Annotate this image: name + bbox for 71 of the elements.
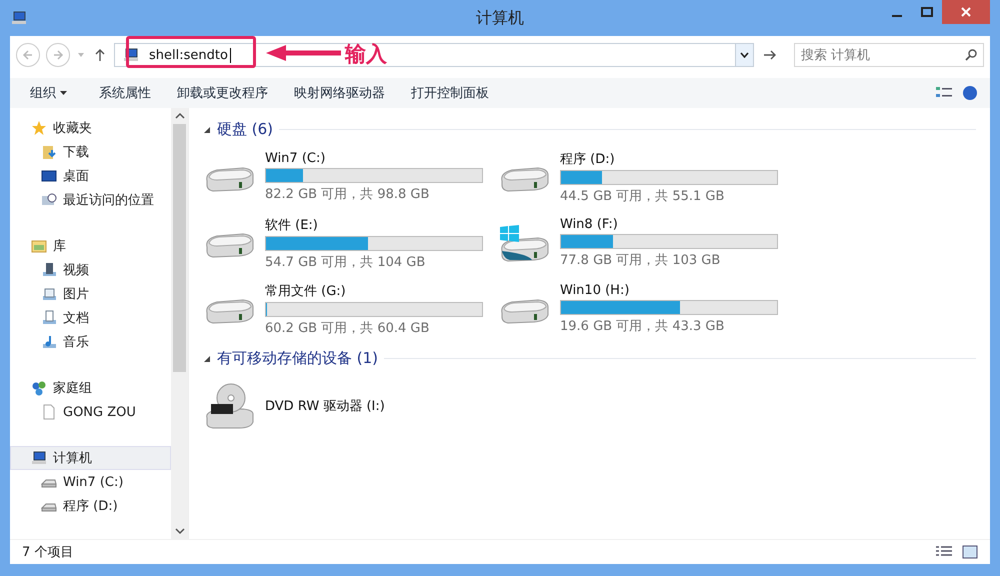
free-space-text: 82.2 GB 可用，共 98.8 GB [265, 186, 430, 203]
sidebar-item[interactable]: 视频 [10, 258, 171, 282]
homegroup-icon [31, 380, 47, 396]
toolbar-button[interactable]: 打开控制面板 [403, 80, 497, 106]
star-icon [31, 120, 47, 136]
drive-name[interactable]: 程序 (D:) [560, 150, 778, 168]
right-arrow-icon [763, 50, 777, 60]
sidebar-item[interactable]: 程序 (D:) [10, 494, 171, 518]
up-arrow-icon [95, 49, 105, 61]
sidebar-item[interactable]: 桌面 [10, 164, 171, 188]
forward-arrow-icon [52, 49, 64, 61]
library-icon [31, 238, 47, 254]
drive-name[interactable]: Win7 (C:) [265, 151, 483, 166]
sidebar-item[interactable]: GONG ZOU [10, 400, 171, 424]
recent-icon [41, 192, 57, 208]
document-icon [41, 310, 57, 326]
sidebar-item[interactable]: 下载 [10, 140, 171, 164]
toolbar-button[interactable]: 映射网络驱动器 [286, 80, 393, 106]
sidebar-item[interactable]: Win7 (C:) [10, 470, 171, 494]
item-count: 7 个项目 [22, 544, 74, 561]
search-icon [965, 49, 977, 61]
desktop-icon [41, 168, 57, 184]
sidebar-item[interactable]: 库 [10, 234, 171, 258]
drive-name[interactable]: 常用文件 (G:) [265, 282, 483, 300]
sidebar-item[interactable]: 音乐 [10, 330, 171, 354]
free-space-text: 19.6 GB 可用，共 43.3 GB [560, 318, 726, 335]
close-button[interactable] [942, 0, 990, 24]
video-icon [41, 262, 57, 278]
close-icon [961, 7, 971, 17]
sidebar-item[interactable]: 收藏夹 [10, 116, 171, 140]
toolbar-button[interactable]: 系统属性 [91, 80, 159, 106]
download-icon [41, 144, 57, 160]
address-dropdown-button[interactable] [735, 44, 753, 66]
sidebar-item[interactable]: 家庭组 [10, 376, 171, 400]
drive-name[interactable]: Win10 (H:) [560, 283, 778, 298]
free-space-text: 54.7 GB 可用，共 104 GB [265, 254, 426, 270]
collapse-arrow-icon[interactable] [203, 354, 211, 362]
sidebar-item[interactable]: 最近访问的位置 [10, 188, 171, 212]
section-title: 有可移动存储的设备 (1) [217, 349, 378, 368]
toolbar-button[interactable]: 组织 [22, 80, 75, 106]
back-arrow-icon [22, 49, 34, 61]
drive-name[interactable]: Win8 (F:) [560, 217, 778, 232]
toolbar-button[interactable]: 卸载或更改程序 [169, 80, 276, 106]
free-space-text: 77.8 GB 可用，共 103 GB [560, 252, 722, 269]
large-icons-view-icon[interactable] [962, 545, 978, 559]
computer-icon [123, 47, 139, 63]
caret-icon [78, 53, 84, 57]
details-view-icon[interactable] [936, 545, 952, 559]
file-icon [41, 404, 57, 420]
annotation-label: 输入 [345, 41, 387, 68]
section-title: 硬盘 (6) [217, 120, 274, 139]
scrollbar-thumb[interactable] [173, 124, 186, 372]
sidebar-item[interactable]: 文档 [10, 306, 171, 330]
window-title: 计算机 [476, 8, 524, 28]
minimize-icon [892, 15, 902, 17]
search-field[interactable]: 搜索 计算机 [794, 43, 984, 67]
address-text: shell:sendto [149, 48, 231, 62]
free-space-text: 60.2 GB 可用，共 60.4 GB [265, 320, 430, 336]
computer-icon [31, 450, 47, 466]
music-icon [41, 334, 57, 350]
drive-name[interactable]: 软件 (E:) [265, 216, 483, 234]
picture-icon [41, 286, 57, 302]
computer-icon [10, 10, 28, 26]
drive-name[interactable]: DVD RW 驱动器 (I:) [265, 397, 385, 415]
sidebar-item[interactable]: 图片 [10, 282, 171, 306]
collapse-arrow-icon[interactable] [203, 126, 211, 134]
sidebar-item[interactable]: 计算机 [10, 446, 171, 470]
maximize-icon [921, 7, 933, 17]
free-space-text: 44.5 GB 可用，共 55.1 GB [560, 188, 726, 204]
chevron-down-icon [740, 52, 749, 58]
view-options-icon[interactable] [936, 86, 952, 100]
